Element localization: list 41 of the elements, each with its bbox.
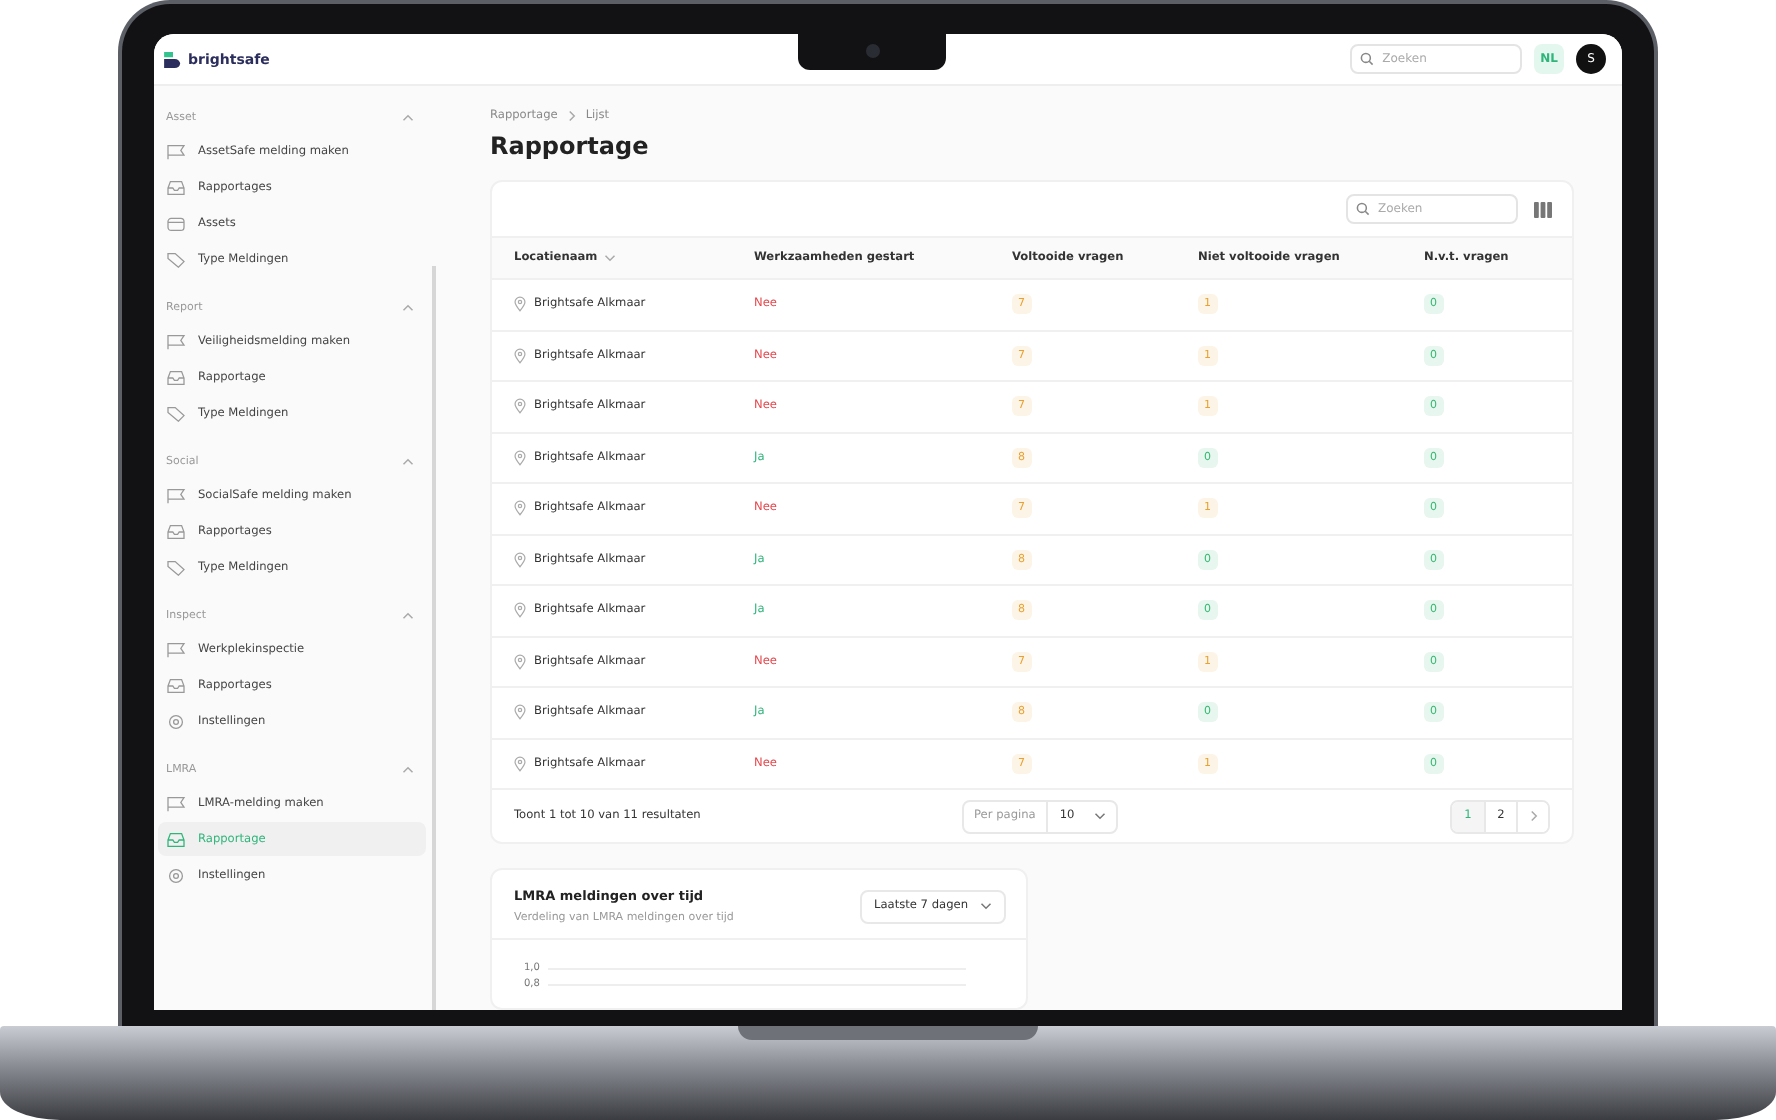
flag-icon xyxy=(166,487,186,503)
flag-icon xyxy=(166,333,186,349)
location-pin-icon xyxy=(514,347,526,364)
location-pin-icon xyxy=(514,500,526,517)
chevron-up-icon[interactable] xyxy=(402,304,414,312)
scrollbar[interactable] xyxy=(432,266,436,1010)
location-pin-icon xyxy=(514,551,526,568)
gear-icon xyxy=(166,867,186,883)
box-icon xyxy=(166,215,186,231)
flag-icon xyxy=(166,795,186,811)
tag-icon xyxy=(166,405,186,421)
inbox-icon xyxy=(166,179,186,195)
tag-icon xyxy=(166,559,186,575)
inbox-icon xyxy=(166,369,186,385)
chevron-up-icon[interactable] xyxy=(402,114,414,122)
chevron-up-icon[interactable] xyxy=(402,458,414,466)
caret-icon xyxy=(980,902,992,910)
logo-icon xyxy=(164,51,182,67)
caret-icon xyxy=(1094,812,1107,820)
chevron-up-icon[interactable] xyxy=(402,612,414,620)
gear-icon xyxy=(166,713,186,729)
chevron-up-icon[interactable] xyxy=(402,766,414,774)
inbox-icon xyxy=(166,677,186,693)
tag-icon xyxy=(166,251,186,267)
location-pin-icon xyxy=(514,704,526,721)
chevron-right-icon xyxy=(567,110,576,122)
inbox-icon xyxy=(166,523,186,539)
chevron-right-icon xyxy=(1529,810,1537,822)
flag-icon xyxy=(166,143,186,159)
page-title: Rapportage xyxy=(490,132,651,160)
location-pin-icon xyxy=(514,398,526,415)
flag-icon xyxy=(166,641,186,657)
location-pin-icon xyxy=(514,449,526,466)
location-pin-icon xyxy=(514,296,526,313)
sort-chevron-icon[interactable] xyxy=(603,254,616,262)
location-pin-icon xyxy=(514,653,526,670)
next-page-button[interactable] xyxy=(1516,801,1548,831)
inbox-icon xyxy=(166,831,186,847)
location-pin-icon xyxy=(514,755,526,772)
location-pin-icon xyxy=(514,602,526,619)
columns-icon[interactable] xyxy=(1534,201,1552,217)
